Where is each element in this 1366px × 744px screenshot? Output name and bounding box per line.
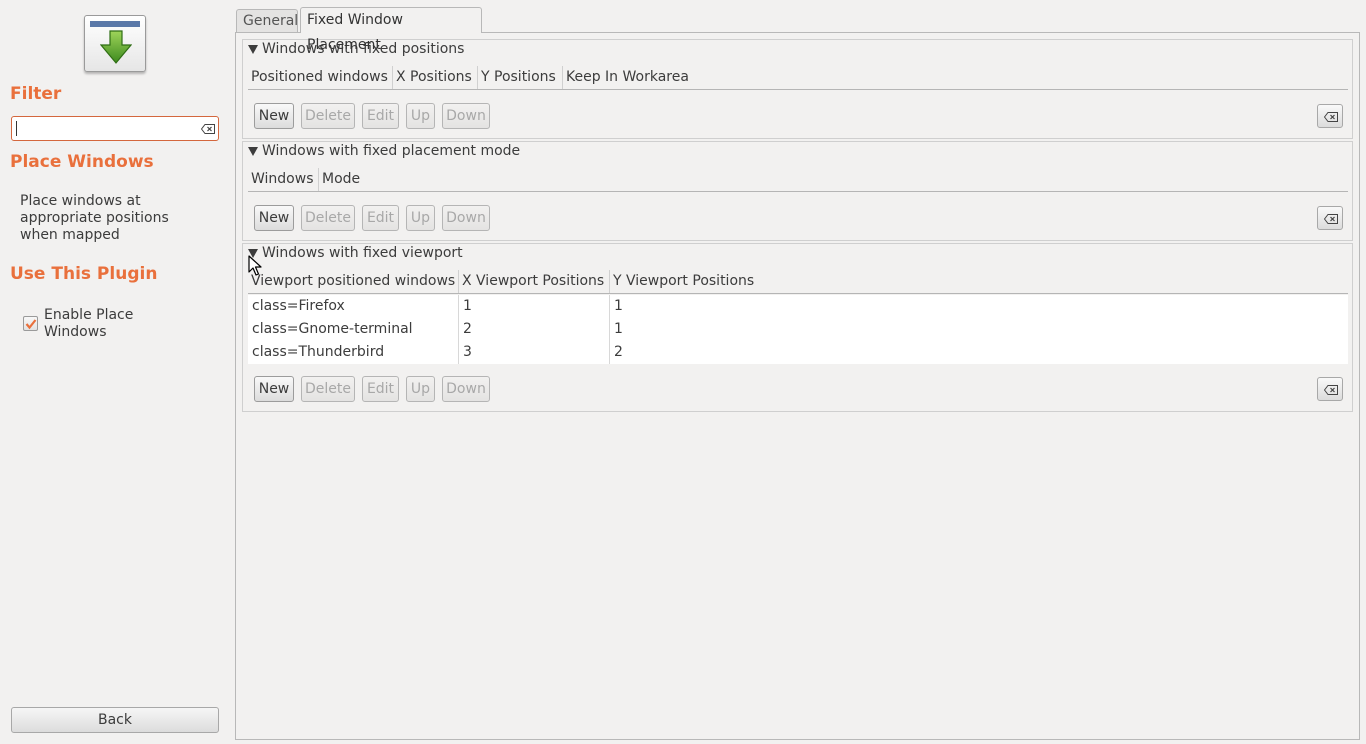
new-button[interactable]: New (254, 103, 294, 129)
table-cell: 3 (459, 341, 610, 364)
fixed-placement-mode-column-header: Windows Mode (248, 168, 1348, 192)
clear-filter-icon[interactable] (201, 124, 215, 134)
column-x-viewport-positions[interactable]: X Viewport Positions (459, 270, 610, 293)
clear-icon (1324, 385, 1338, 395)
clear-list-button[interactable] (1317, 104, 1343, 128)
use-plugin-heading: Use This Plugin (10, 264, 158, 284)
column-y-viewport-positions[interactable]: Y Viewport Positions (610, 270, 1348, 293)
clear-icon (1324, 214, 1338, 224)
edit-button[interactable]: Edit (362, 376, 399, 402)
new-button[interactable]: New (254, 205, 294, 231)
table-cell: class=Firefox (248, 295, 459, 318)
filter-search-field[interactable] (11, 116, 219, 141)
column-mode[interactable]: Mode (319, 168, 1348, 191)
fixed-viewport-title: Windows with fixed viewport (262, 245, 463, 261)
new-button[interactable]: New (254, 376, 294, 402)
up-button[interactable]: Up (406, 205, 435, 231)
column-windows[interactable]: Windows (248, 168, 319, 191)
fixed-viewport-rows: class=Firefox 1 1 class=Gnome-terminal 2… (248, 295, 1348, 364)
fixed-placement-mode-title: Windows with fixed placement mode (262, 143, 521, 159)
down-button[interactable]: Down (442, 376, 490, 402)
clear-icon (1324, 112, 1338, 122)
fixed-viewport-column-header: Viewport positioned windows X Viewport P… (248, 270, 1348, 294)
fixed-viewport-section: Windows with fixed viewport Viewport pos… (242, 243, 1353, 412)
down-button[interactable]: Down (442, 205, 490, 231)
tab-fixed-window-placement[interactable]: Fixed Window Placement (300, 7, 482, 53)
column-positioned-windows[interactable]: Positioned windows (248, 66, 393, 89)
edit-button[interactable]: Edit (362, 103, 399, 129)
clear-list-button[interactable] (1317, 206, 1343, 230)
table-cell: 2 (614, 344, 623, 360)
table-cell: 1 (459, 295, 610, 318)
table-cell: class=Gnome-terminal (248, 318, 459, 341)
down-button[interactable]: Down (442, 103, 490, 129)
checkmark-icon (25, 319, 37, 330)
filter-heading: Filter (10, 84, 62, 104)
column-keep-in-workarea[interactable]: Keep In Workarea (563, 66, 1348, 89)
table-row[interactable]: class=Firefox 1 1 (248, 295, 1348, 318)
table-cell: 2 (459, 318, 610, 341)
column-y-positions[interactable]: Y Positions (478, 66, 563, 89)
table-row[interactable]: class=Gnome-terminal 2 1 (248, 318, 1348, 341)
delete-button[interactable]: Delete (301, 376, 355, 402)
tab-general[interactable]: General (236, 9, 298, 33)
delete-button[interactable]: Delete (301, 103, 355, 129)
plugin-description: Place windows at appropriate positions w… (20, 193, 169, 243)
table-cell: 1 (614, 298, 623, 314)
plugin-title: Place Windows (10, 152, 154, 172)
sidebar: Filter Place Windows Place windows at ap… (0, 0, 232, 744)
expander-arrow-icon (248, 45, 258, 54)
column-x-positions[interactable]: X Positions (393, 66, 478, 89)
up-button[interactable]: Up (406, 376, 435, 402)
table-cell: 1 (614, 321, 623, 337)
enable-plugin-checkbox[interactable] (23, 316, 38, 331)
edit-button[interactable]: Edit (362, 205, 399, 231)
fixed-positions-section: Windows with fixed positions Positioned … (242, 39, 1353, 139)
column-viewport-positioned-windows[interactable]: Viewport positioned windows (248, 270, 459, 293)
delete-button[interactable]: Delete (301, 205, 355, 231)
clear-list-button[interactable] (1317, 377, 1343, 401)
place-windows-plugin-icon (84, 15, 146, 72)
mouse-pointer-icon (248, 255, 262, 276)
back-button[interactable]: Back (11, 707, 219, 733)
table-row[interactable]: class=Thunderbird 3 2 (248, 341, 1348, 364)
table-cell: class=Thunderbird (248, 341, 459, 364)
enable-plugin-label: Enable Place Windows (44, 307, 134, 340)
fixed-placement-mode-section: Windows with fixed placement mode Window… (242, 141, 1353, 241)
expander-arrow-icon (248, 147, 258, 156)
filter-input[interactable] (15, 119, 195, 138)
up-button[interactable]: Up (406, 103, 435, 129)
fixed-positions-column-header: Positioned windows X Positions Y Positio… (248, 66, 1348, 90)
